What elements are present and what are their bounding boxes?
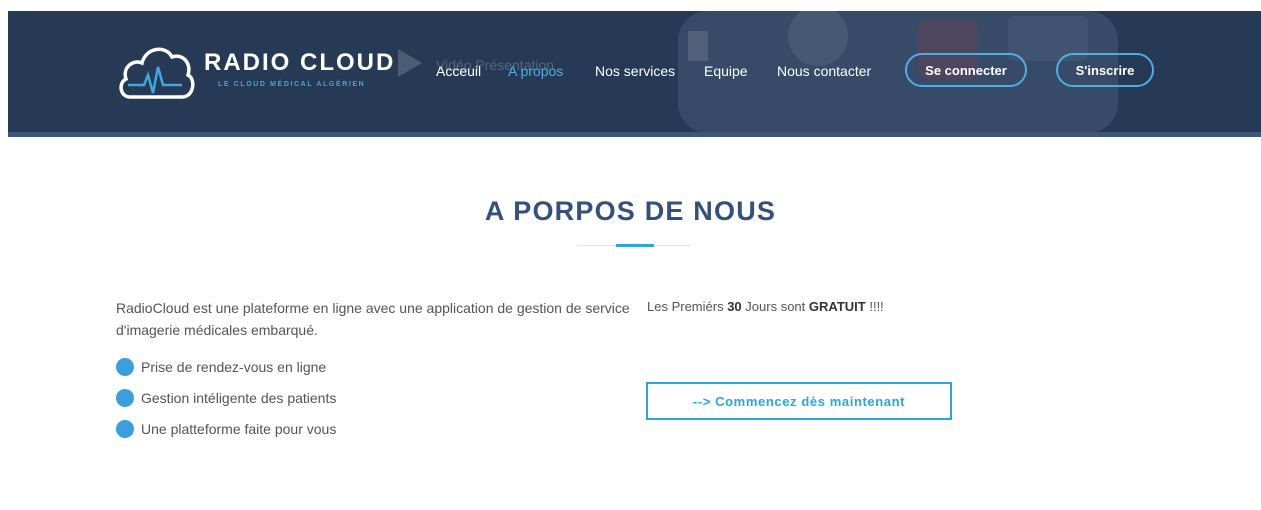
- promo-prefix: Les Premiérs: [647, 299, 724, 314]
- section-title: A PORPOS DE NOUS: [484, 196, 777, 226]
- feature-label: Gestion intéligente des patients: [141, 390, 337, 406]
- header-divider: [8, 132, 1261, 137]
- logo[interactable]: RADIO CLOUD LE CLOUD MÉDICAL ALGÉRIEN: [116, 37, 416, 107]
- list-item: Gestion intéligente des patients: [116, 388, 336, 419]
- site-header: RADIO CLOUD LE CLOUD MÉDICAL ALGÉRIEN Vi…: [8, 11, 1261, 137]
- logo-subtitle: LE CLOUD MÉDICAL ALGÉRIEN: [218, 81, 366, 88]
- circle-dot-icon: [116, 389, 134, 407]
- promo-middle: Jours sont: [745, 299, 806, 314]
- feature-list: Prise de rendez-vous en ligne Gestion in…: [116, 357, 336, 450]
- title-divider-accent: [616, 244, 654, 247]
- nav-apropos[interactable]: A propos: [508, 63, 563, 79]
- feature-label: Prise de rendez-vous en ligne: [141, 359, 327, 375]
- nav-services[interactable]: Nos services: [595, 63, 675, 79]
- login-button[interactable]: Se connecter: [905, 53, 1027, 87]
- play-icon[interactable]: [398, 49, 422, 77]
- list-item: Prise de rendez-vous en ligne: [116, 357, 336, 388]
- start-now-button[interactable]: --> Commencez dès maintenant: [646, 382, 952, 420]
- promo-days: 30: [727, 299, 742, 314]
- signup-button[interactable]: S'inscrire: [1056, 53, 1154, 87]
- promo-text: Les Premiérs 30 Jours sont GRATUIT !!!!: [647, 299, 884, 314]
- nav-equipe[interactable]: Equipe: [704, 63, 748, 79]
- list-item: Une platteforme faite pour vous: [116, 419, 336, 450]
- circle-dot-icon: [116, 358, 134, 376]
- promo-suffix: !!!!: [869, 299, 884, 314]
- circle-dot-icon: [116, 420, 134, 438]
- nav-contact[interactable]: Nous contacter: [777, 63, 871, 79]
- feature-label: Une platteforme faite pour vous: [141, 421, 337, 437]
- promo-free: GRATUIT: [808, 299, 866, 314]
- intro-text: RadioCloud est une plateforme en ligne a…: [116, 300, 630, 338]
- logo-title: RADIO CLOUD: [204, 49, 396, 76]
- cloud-heartbeat-icon: [119, 47, 195, 99]
- nav-accueil[interactable]: Acceuil: [436, 63, 481, 79]
